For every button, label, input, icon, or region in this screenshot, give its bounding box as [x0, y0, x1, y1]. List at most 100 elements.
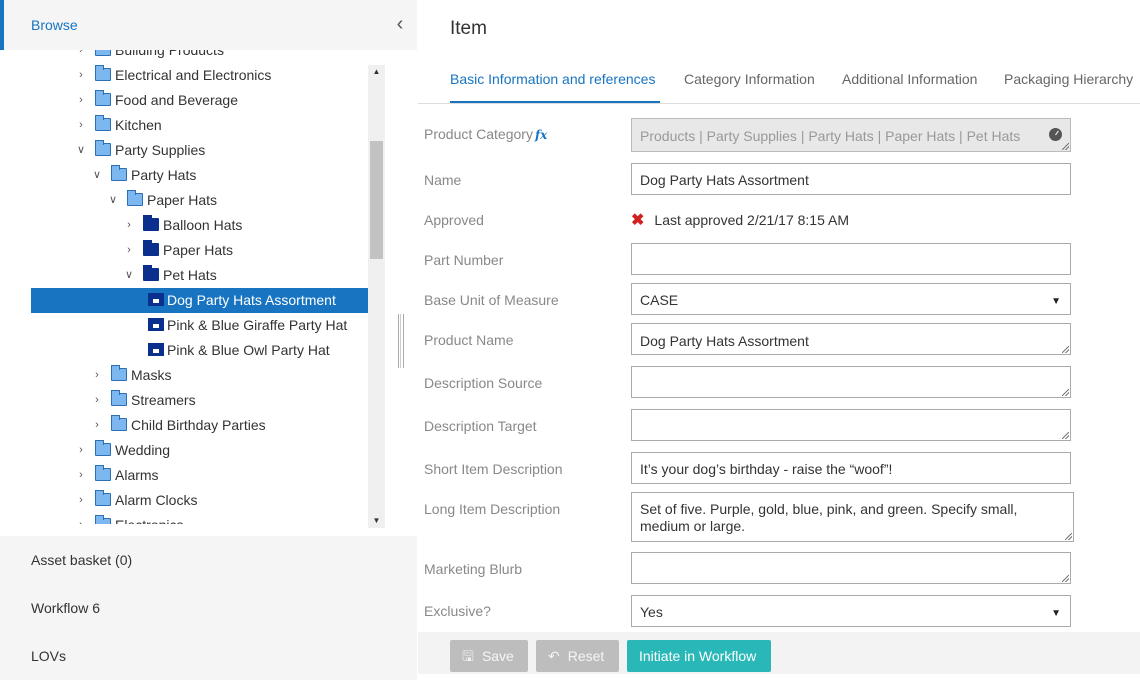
save-button[interactable]: 🖫 Save: [450, 640, 528, 672]
reset-button[interactable]: ↶ Reset: [536, 640, 619, 672]
browse-header[interactable]: Browse ‹: [0, 0, 417, 50]
resize-grip-icon[interactable]: [1062, 432, 1069, 439]
base-unit-select[interactable]: CASE ▼: [631, 283, 1071, 315]
tree-item[interactable]: ∨ Pet Hats: [0, 263, 368, 288]
tab-basic-information[interactable]: Basic Information and references: [450, 71, 660, 103]
scroll-up-icon[interactable]: ▲: [368, 65, 385, 79]
chevron-down-icon[interactable]: ∨: [76, 143, 86, 157]
scroll-down-icon[interactable]: ▼: [368, 514, 385, 528]
resize-grip-icon[interactable]: [1065, 533, 1072, 540]
tree-item[interactable]: › Wedding: [0, 438, 368, 463]
chevron-right-icon[interactable]: ›: [76, 468, 86, 482]
chevron-right-icon[interactable]: ›: [92, 368, 102, 382]
tree-item-selected[interactable]: Dog Party Hats Assortment: [0, 288, 368, 313]
accordion-lovs[interactable]: LOVs: [0, 632, 417, 680]
browse-panel: Browse ‹ › Building Products › Electrical a…: [0, 0, 417, 680]
description-source-input[interactable]: [631, 366, 1071, 398]
resize-grip-icon[interactable]: [1062, 143, 1069, 150]
tree-item[interactable]: › Kitchen: [0, 113, 368, 138]
tree-item[interactable]: ∨ Paper Hats: [0, 188, 368, 213]
exclusive-select[interactable]: Yes ▼: [631, 595, 1071, 627]
name-input[interactable]: Dog Party Hats Assortment: [631, 163, 1071, 195]
chevron-right-icon[interactable]: ›: [76, 443, 86, 457]
tree-item[interactable]: › Child Birthday Parties: [0, 413, 368, 438]
tree-item[interactable]: ∨ Party Supplies: [0, 138, 368, 163]
chevron-right-icon[interactable]: ›: [92, 393, 102, 407]
dropdown-arrow-icon[interactable]: ▼: [1051, 605, 1061, 623]
tree-item[interactable]: › Paper Hats: [0, 238, 368, 263]
tab-category-information[interactable]: Category Information: [684, 71, 815, 103]
tree-item[interactable]: › Masks: [0, 363, 368, 388]
initiate-workflow-button[interactable]: Initiate in Workflow: [627, 640, 771, 672]
tree-scrollbar[interactable]: ▲ ▼: [368, 65, 385, 528]
folder-icon: [95, 50, 111, 56]
chevron-right-icon[interactable]: ›: [76, 518, 86, 524]
folder-icon: [143, 215, 159, 231]
tree-item[interactable]: Pink & Blue Giraffe Party Hat: [0, 313, 368, 338]
browse-title: Browse: [31, 17, 78, 33]
panel-resize-handle[interactable]: [398, 314, 404, 368]
browse-tree-container: › Building Products › Electrical and Electr…: [0, 50, 417, 536]
folder-icon: [95, 65, 111, 81]
chevron-right-icon[interactable]: ›: [76, 493, 86, 507]
tab-additional-information[interactable]: Additional Information: [842, 71, 977, 103]
tree-item[interactable]: › Building Products: [0, 50, 368, 63]
short-description-input[interactable]: It’s your dog’s birthday - raise the “wo…: [631, 452, 1071, 484]
browse-tree: › Building Products › Electrical and Electr…: [0, 50, 368, 524]
tree-item[interactable]: › Electronics: [0, 513, 368, 524]
tab-packaging-hierarchy[interactable]: Packaging Hierarchy: [1004, 71, 1133, 103]
tree-item-label: Wedding: [115, 442, 171, 458]
chevron-down-icon[interactable]: ∨: [108, 193, 118, 207]
folder-icon: [111, 415, 127, 431]
tree-item[interactable]: Pink & Blue Owl Party Hat: [0, 338, 368, 363]
scrollbar-thumb[interactable]: [370, 141, 383, 259]
undo-icon: ↶: [548, 648, 560, 664]
select-value: CASE: [640, 292, 679, 308]
chevron-right-icon[interactable]: ›: [76, 68, 86, 82]
tree-item[interactable]: › Balloon Hats: [0, 213, 368, 238]
chevron-right-icon[interactable]: ›: [76, 93, 86, 107]
field-label: Exclusive?: [424, 603, 491, 619]
tree-item[interactable]: › Streamers: [0, 388, 368, 413]
tree-item[interactable]: › Alarms: [0, 463, 368, 488]
resize-grip-icon[interactable]: [1062, 346, 1069, 353]
chevron-right-icon[interactable]: ›: [76, 118, 86, 132]
tree-item-label: Pink & Blue Owl Party Hat: [167, 342, 330, 358]
folder-icon: [95, 115, 111, 131]
chevron-right-icon[interactable]: ›: [76, 50, 86, 57]
resize-grip-icon[interactable]: [1062, 389, 1069, 396]
product-name-input[interactable]: Dog Party Hats Assortment: [631, 323, 1071, 355]
history-icon[interactable]: [1049, 128, 1062, 141]
tree-item[interactable]: › Alarm Clocks: [0, 488, 368, 513]
fx-icon[interactable]: fx: [535, 128, 547, 142]
tree-item-label: Pet Hats: [163, 267, 217, 283]
chevron-down-icon[interactable]: ∨: [92, 168, 102, 182]
accordion-workflow[interactable]: Workflow 6: [0, 584, 417, 632]
folder-icon: [95, 465, 111, 481]
part-number-input[interactable]: [631, 243, 1071, 275]
tree-item-label: Streamers: [131, 392, 196, 408]
accordion-asset-basket[interactable]: Asset basket (0): [0, 536, 417, 584]
button-label: Reset: [567, 648, 605, 664]
field-label: Approved: [424, 212, 484, 228]
tree-item[interactable]: ∨ Party Hats: [0, 163, 368, 188]
field-label: Product Category fx: [424, 126, 547, 142]
description-target-input[interactable]: [631, 409, 1071, 441]
folder-icon: [127, 190, 143, 206]
product-category-input[interactable]: Products | Party Supplies | Party Hats |…: [631, 118, 1071, 152]
chevron-right-icon[interactable]: ›: [124, 218, 134, 232]
field-label: Marketing Blurb: [424, 561, 523, 577]
tree-item-label: Child Birthday Parties: [131, 417, 266, 433]
resize-grip-icon[interactable]: [1062, 575, 1069, 582]
chevron-left-icon[interactable]: ‹: [390, 13, 410, 35]
long-description-input[interactable]: Set of five. Purple, gold, blue, pink, a…: [631, 492, 1074, 542]
dropdown-arrow-icon[interactable]: ▼: [1051, 293, 1061, 311]
field-label: Name: [424, 172, 462, 188]
marketing-blurb-input[interactable]: [631, 552, 1071, 584]
chevron-down-icon[interactable]: ∨: [124, 268, 134, 282]
chevron-right-icon[interactable]: ›: [92, 418, 102, 432]
chevron-right-icon[interactable]: ›: [124, 243, 134, 257]
approved-text: Last approved 2/21/17 8:15 AM: [654, 212, 849, 228]
tree-item[interactable]: › Food and Beverage: [0, 88, 368, 113]
tree-item[interactable]: › Electrical and Electronics: [0, 63, 368, 88]
